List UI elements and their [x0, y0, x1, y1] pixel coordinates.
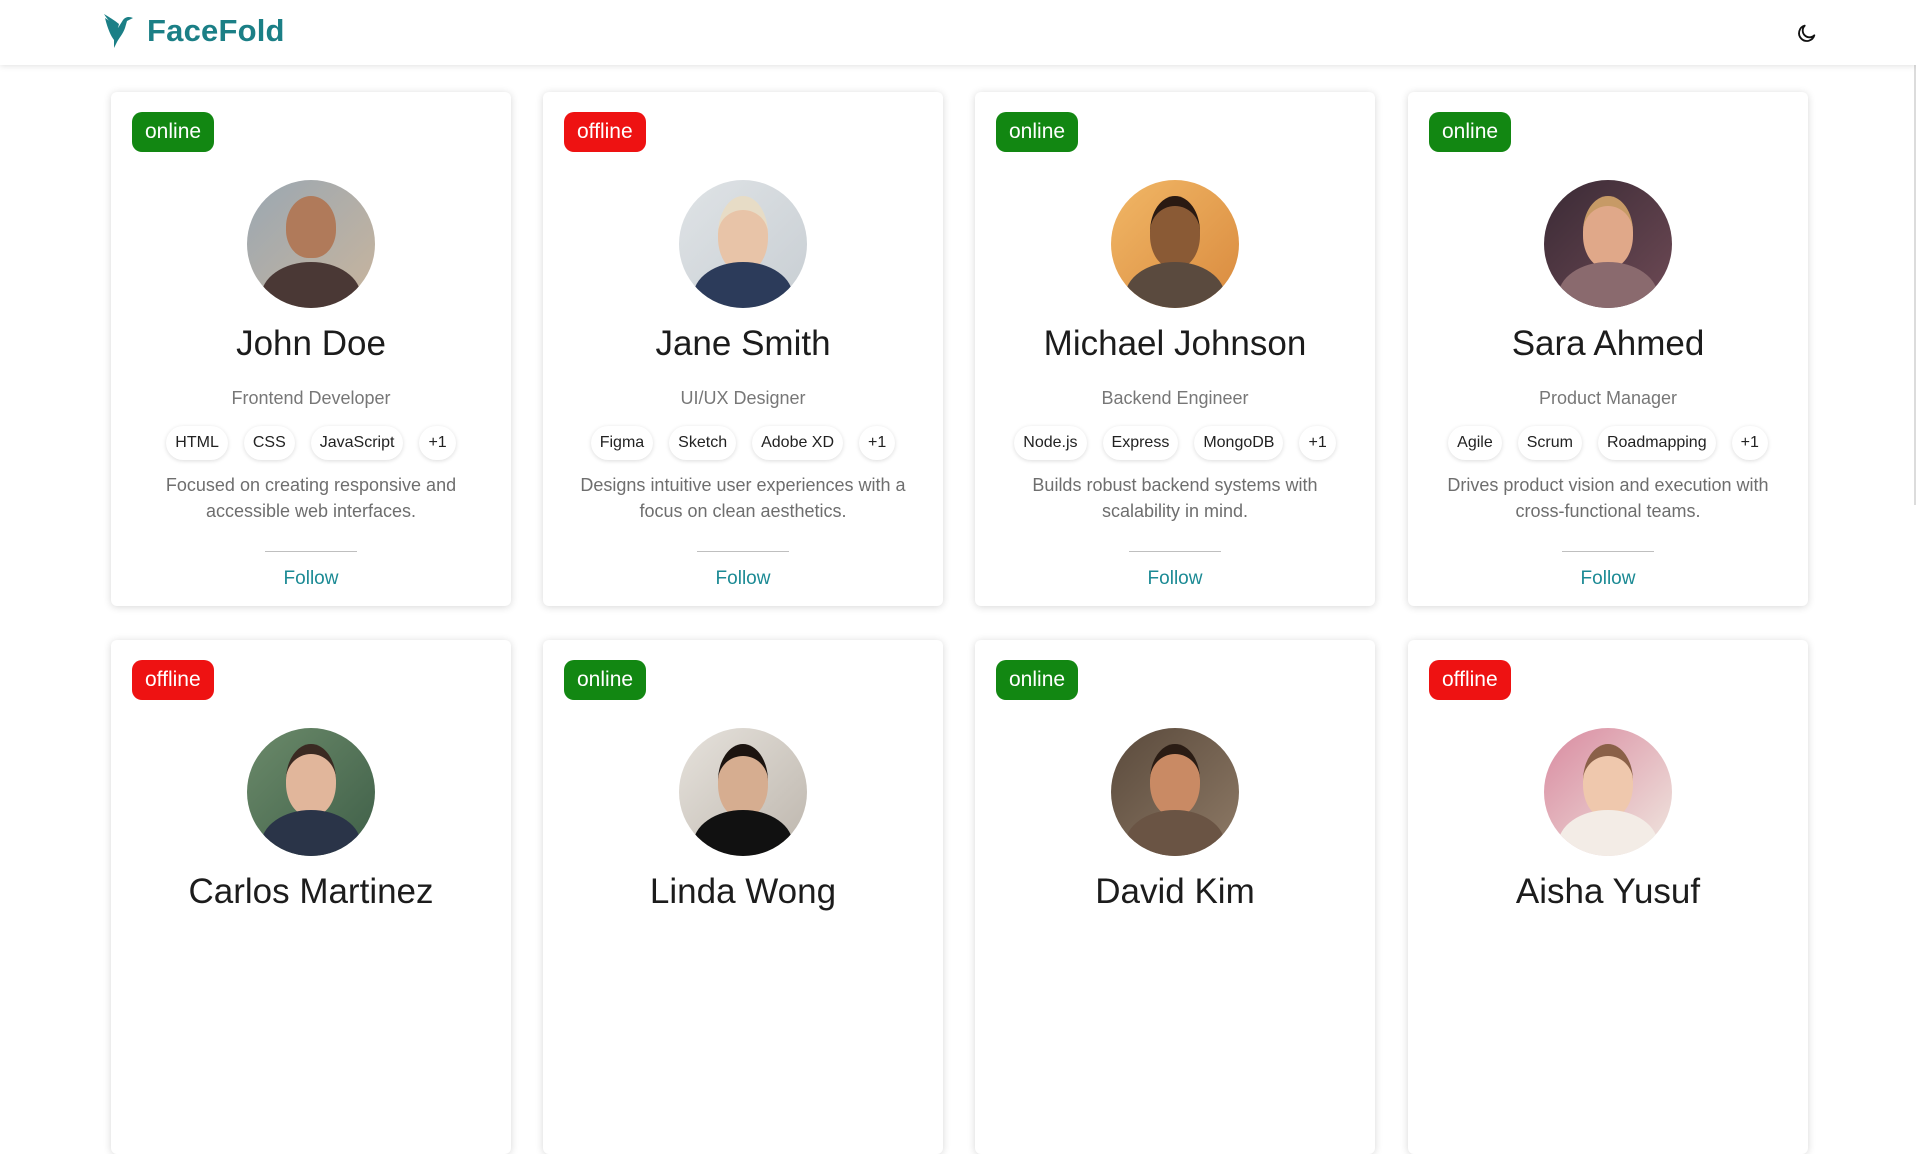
- skill-tag: Roadmapping: [1597, 426, 1716, 460]
- profile-role: Frontend Developer: [231, 388, 391, 408]
- brand-name: FaceFold: [147, 13, 285, 48]
- profile-card: offline Jane Smith UI/UX Designer Figma …: [543, 92, 943, 606]
- profile-card: online Linda Wong: [543, 640, 943, 1154]
- skill-list: Agile Scrum Roadmapping +1: [1408, 426, 1808, 460]
- profile-name: Michael Johnson: [1043, 324, 1307, 363]
- avatar: [247, 180, 375, 308]
- status-badge: offline: [1429, 660, 1511, 700]
- divider: [1129, 551, 1221, 552]
- more-skills-tag[interactable]: +1: [1731, 426, 1768, 460]
- moon-icon: [1798, 24, 1816, 42]
- profile-bio: Designs intuitive user experiences with …: [580, 475, 906, 521]
- avatar: [247, 728, 375, 856]
- profile-name: Jane Smith: [655, 324, 831, 363]
- profile-name: David Kim: [1095, 872, 1255, 911]
- profile-name: Aisha Yusuf: [1515, 872, 1701, 911]
- profile-role: Product Manager: [1538, 388, 1678, 408]
- profile-card: online John Doe Frontend Developer HTML …: [111, 92, 511, 606]
- follow-button[interactable]: Follow: [543, 568, 943, 590]
- skill-tag: Express: [1102, 426, 1179, 460]
- status-badge: online: [996, 112, 1079, 152]
- skill-tag: CSS: [243, 426, 295, 460]
- more-skills-tag[interactable]: +1: [859, 426, 896, 460]
- divider: [1562, 551, 1654, 552]
- follow-button[interactable]: Follow: [1408, 568, 1808, 590]
- profile-name: John Doe: [236, 324, 386, 363]
- app-header: FaceFold: [0, 0, 1916, 65]
- status-badge: offline: [132, 660, 214, 700]
- skill-tag: MongoDB: [1194, 426, 1284, 460]
- follow-button[interactable]: Follow: [975, 568, 1375, 590]
- follow-button[interactable]: Follow: [111, 568, 511, 590]
- avatar: [1111, 180, 1239, 308]
- status-badge: online: [132, 112, 215, 152]
- more-skills-tag[interactable]: +1: [1299, 426, 1336, 460]
- avatar: [1111, 728, 1239, 856]
- divider: [265, 551, 357, 552]
- status-badge: online: [564, 660, 647, 700]
- skill-tag: Figma: [590, 426, 654, 460]
- skill-tag: Scrum: [1517, 426, 1582, 460]
- profile-card: online David Kim: [975, 640, 1375, 1154]
- status-badge: offline: [564, 112, 646, 152]
- profile-name: Sara Ahmed: [1511, 324, 1705, 363]
- avatar: [1544, 728, 1672, 856]
- avatar: [679, 180, 807, 308]
- profile-bio: Drives product vision and execution with…: [1447, 475, 1769, 521]
- skill-tag: Adobe XD: [752, 426, 844, 460]
- more-skills-tag[interactable]: +1: [419, 426, 456, 460]
- status-badge: online: [1429, 112, 1512, 152]
- skill-tag: HTML: [166, 426, 228, 460]
- theme-toggle-button[interactable]: [1792, 18, 1822, 48]
- profile-role: UI/UX Designer: [680, 388, 806, 408]
- status-badge: online: [996, 660, 1079, 700]
- profile-card: online Michael Johnson Backend Engineer …: [975, 92, 1375, 606]
- skill-tag: Agile: [1448, 426, 1502, 460]
- profile-name: Linda Wong: [649, 872, 837, 911]
- profile-bio: Focused on creating responsive and acces…: [165, 475, 457, 521]
- skill-list: Node.js Express MongoDB +1: [975, 426, 1375, 460]
- divider: [697, 551, 789, 552]
- avatar: [679, 728, 807, 856]
- profile-name: Carlos Martinez: [188, 872, 434, 911]
- logo[interactable]: FaceFold: [103, 12, 285, 50]
- profile-bio: Builds robust backend systems with scala…: [1032, 475, 1318, 521]
- skill-list: Figma Sketch Adobe XD +1: [543, 426, 943, 460]
- profile-role: Backend Engineer: [1101, 388, 1249, 408]
- skill-tag: Sketch: [669, 426, 737, 460]
- skill-tag: Node.js: [1014, 426, 1087, 460]
- skill-list: HTML CSS JavaScript +1: [111, 426, 511, 460]
- skill-tag: JavaScript: [310, 426, 404, 460]
- avatar: [1544, 180, 1672, 308]
- profile-card: offline Aisha Yusuf: [1408, 640, 1808, 1154]
- profile-card: online Sara Ahmed Product Manager Agile …: [1408, 92, 1808, 606]
- profile-card: offline Carlos Martinez: [111, 640, 511, 1154]
- hummingbird-icon: [104, 14, 133, 48]
